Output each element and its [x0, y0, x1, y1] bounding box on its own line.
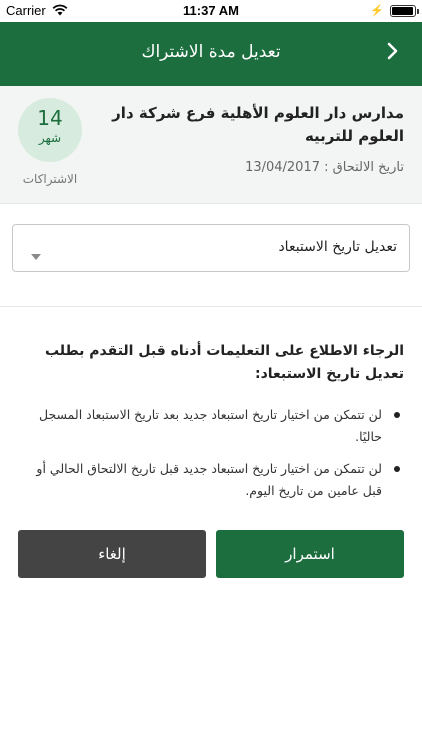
status-bar: Carrier 11:37 AM ⚡ [0, 0, 422, 22]
battery-icon [390, 5, 419, 17]
charging-icon: ⚡ [370, 5, 384, 17]
continue-button[interactable]: استمرار [216, 530, 404, 578]
subscription-unit: شهر [38, 131, 62, 145]
bullet-icon [394, 466, 400, 472]
subscription-caption: الاشتراكات [22, 172, 78, 186]
school-name: مدارس دار العلوم الأهلية فرع شركة دار ال… [112, 104, 404, 145]
caret-down-icon [31, 245, 41, 264]
subscription-count: 14 [37, 106, 63, 130]
navigation-bar: تعديل مدة الاشتراك [0, 22, 422, 86]
list-item: لن تتمكن من اختيار تاريخ استبعاد جديد بع… [14, 404, 404, 448]
join-date: تاريخ الالتحاق : 13/04/2017 [245, 160, 404, 175]
subscription-info-card: مدارس دار العلوم الأهلية فرع شركة دار ال… [0, 86, 422, 204]
back-button[interactable] [378, 36, 408, 70]
chevron-right-icon [387, 42, 399, 64]
dropdown-selected-value: تعديل تاريخ الاستبعاد [278, 239, 397, 255]
cancel-button[interactable]: إلغاء [18, 530, 206, 578]
request-type-dropdown[interactable]: تعديل تاريخ الاستبعاد [12, 224, 410, 272]
instructions-heading: الرجاء الاطلاع على التعليمات أدناه قبل ا… [44, 343, 404, 382]
bullet-icon [394, 412, 400, 418]
instructions-list: لن تتمكن من اختيار تاريخ استبعاد جديد بع… [14, 404, 404, 502]
status-time: 11:37 AM [183, 3, 239, 18]
instruction-text: لن تتمكن من اختيار تاريخ استبعاد جديد قب… [36, 461, 382, 498]
list-item: لن تتمكن من اختيار تاريخ استبعاد جديد قب… [14, 458, 404, 502]
instruction-text: لن تتمكن من اختيار تاريخ استبعاد جديد بع… [38, 407, 382, 444]
section-divider [0, 306, 422, 307]
subscription-count-badge: 14 شهر [18, 98, 82, 162]
page-title: تعديل مدة الاشتراك [141, 42, 281, 62]
instructions-section: الرجاء الاطلاع على التعليمات أدناه قبل ا… [14, 340, 404, 512]
